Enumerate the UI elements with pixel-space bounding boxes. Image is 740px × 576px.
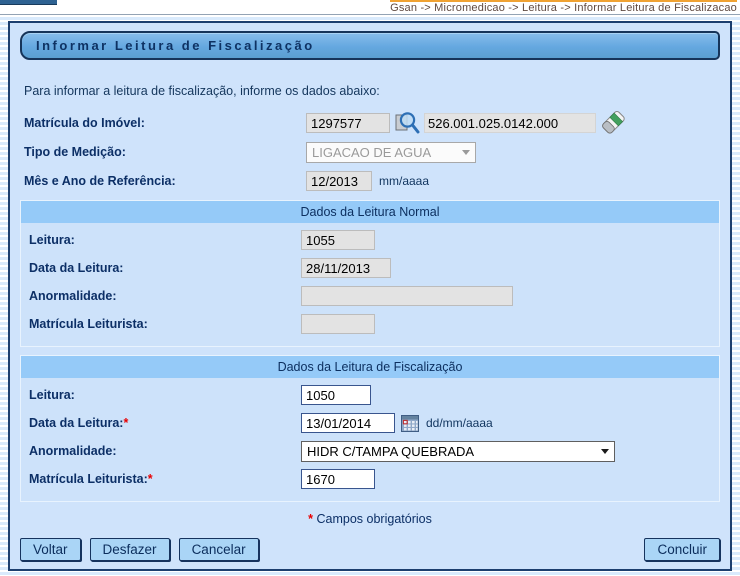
form-container: Informar Leitura de Fiscalização Para in… [8, 21, 732, 571]
concluir-button[interactable]: Concluir [644, 538, 720, 561]
section-leitura-fiscalizacao-title: Dados da Leitura de Fiscalização [21, 356, 719, 378]
anormalidade-fiscalizacao-label: Anormalidade: [29, 444, 117, 458]
row-data-leitura-normal: Data da Leitura: [21, 257, 719, 279]
matricula-leiturista-normal-label: Matrícula Leiturista: [29, 317, 148, 331]
tipo-medicao-label: Tipo de Medição: [24, 145, 126, 159]
button-row: Voltar Desfazer Cancelar Concluir [20, 538, 720, 561]
required-note-text: Campos obrigatórios [316, 512, 432, 526]
required-asterisk: * [308, 512, 314, 526]
row-leitura-normal: Leitura: [21, 229, 719, 251]
tipo-medicao-value: LIGACAO DE AGUA [312, 144, 432, 160]
section-leitura-normal: Dados da Leitura Normal Leitura: Data da… [20, 200, 720, 347]
row-matricula-imovel: Matrícula do Imóvel: 526.001.025.0142.00… [20, 109, 720, 137]
tipo-medicao-select: LIGACAO DE AGUA [306, 141, 476, 163]
leitura-normal-input [301, 230, 375, 250]
data-leitura-fiscalizacao-label: Data da Leitura:* [29, 416, 129, 430]
leitura-fiscalizacao-input[interactable] [301, 385, 371, 405]
row-matricula-leiturista-normal: Matrícula Leiturista: [21, 313, 719, 335]
intro-text: Para informar a leitura de fiscalização,… [24, 84, 380, 98]
anormalidade-fiscalizacao-select[interactable]: HIDR C/TAMPA QUEBRADA [301, 440, 615, 462]
inscricao-display: 526.001.025.0142.000 [424, 113, 596, 133]
chevron-down-icon [462, 149, 470, 155]
required-asterisk: * [147, 472, 153, 486]
matricula-imovel-input[interactable] [306, 113, 390, 133]
row-matricula-leiturista-fiscalizacao: Matrícula Leiturista:* [21, 468, 719, 490]
page-title-bar: Informar Leitura de Fiscalização [20, 31, 720, 60]
mes-ano-label: Mês e Ano de Referência: [24, 174, 176, 188]
matricula-leiturista-normal-input [301, 314, 375, 334]
row-leitura-fiscalizacao: Leitura: [21, 384, 719, 406]
matricula-imovel-label: Matrícula do Imóvel: [24, 116, 145, 130]
data-leitura-fiscalizacao-input[interactable] [301, 413, 395, 433]
section-leitura-fiscalizacao: Dados da Leitura de Fiscalização Leitura… [20, 355, 720, 502]
required-fields-note: * Campos obrigatórios [20, 512, 720, 526]
section-leitura-normal-title: Dados da Leitura Normal [21, 201, 719, 223]
matricula-leiturista-fiscalizacao-label: Matrícula Leiturista:* [29, 472, 153, 486]
breadcrumb: Gsan -> Micromedicao -> Leitura -> Infor… [390, 0, 737, 14]
matricula-leiturista-fiscalizacao-input[interactable] [301, 469, 375, 489]
row-data-leitura-fiscalizacao: Data da Leitura:* dd/mm/aaaa [21, 412, 719, 434]
voltar-button[interactable]: Voltar [20, 538, 81, 561]
calendar-icon[interactable] [401, 414, 419, 432]
leitura-normal-label: Leitura: [29, 233, 75, 247]
search-icon[interactable] [395, 111, 421, 135]
data-fiscalizacao-format-hint: dd/mm/aaaa [426, 416, 493, 430]
row-anormalidade-fiscalizacao: Anormalidade: HIDR C/TAMPA QUEBRADA [21, 440, 719, 462]
desfazer-button[interactable]: Desfazer [89, 538, 170, 561]
row-anormalidade-normal: Anormalidade: [21, 285, 719, 307]
anormalidade-fiscalizacao-value: HIDR C/TAMPA QUEBRADA [307, 443, 475, 459]
cancelar-button[interactable]: Cancelar [178, 538, 259, 561]
eraser-icon[interactable] [600, 109, 625, 137]
data-leitura-normal-input [301, 258, 391, 278]
required-asterisk: * [123, 416, 129, 430]
row-tipo-medicao: Tipo de Medição: LIGACAO DE AGUA [20, 141, 720, 163]
leitura-fiscalizacao-label: Leitura: [29, 388, 75, 402]
page-title: Informar Leitura de Fiscalização [36, 38, 315, 53]
row-mes-ano: Mês e Ano de Referência: mm/aaaa [20, 170, 720, 192]
mes-ano-format-hint: mm/aaaa [379, 174, 430, 188]
mes-ano-input [306, 171, 372, 191]
data-leitura-normal-label: Data da Leitura: [29, 261, 124, 275]
header-tab-remnant [0, 0, 57, 5]
anormalidade-normal-input [301, 286, 513, 306]
chevron-down-icon [601, 448, 609, 454]
anormalidade-normal-label: Anormalidade: [29, 289, 117, 303]
striped-background: Informar Leitura de Fiscalização Para in… [0, 15, 740, 576]
top-bar: Gsan -> Micromedicao -> Leitura -> Infor… [0, 0, 740, 15]
